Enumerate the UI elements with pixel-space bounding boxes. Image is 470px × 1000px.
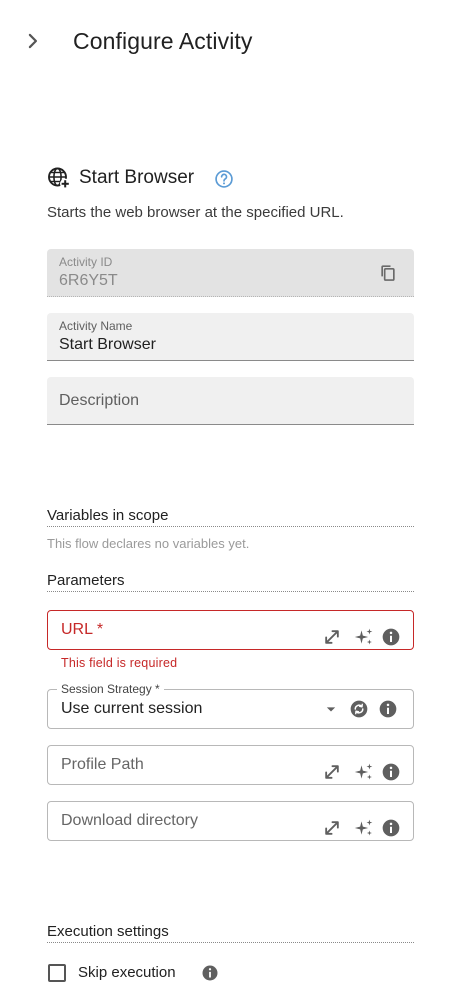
activity-id-label: Activity ID: [59, 255, 113, 269]
info-icon[interactable]: [381, 818, 401, 838]
activity-description: Starts the web browser at the specified …: [47, 204, 344, 221]
expand-icon[interactable]: [322, 818, 342, 838]
info-icon[interactable]: [381, 627, 401, 647]
url-field[interactable]: URL *: [47, 610, 414, 650]
info-icon[interactable]: [378, 699, 398, 719]
session-strategy-label: Session Strategy *: [57, 682, 164, 696]
description-placeholder: Description: [59, 392, 140, 409]
url-label: URL *: [61, 621, 104, 638]
sparkle-icon[interactable]: [354, 818, 374, 838]
dropdown-arrow-icon[interactable]: [321, 699, 341, 719]
activity-id-value: 6R6Y5T: [59, 272, 118, 289]
execution-heading: Execution settings: [47, 923, 414, 943]
expand-icon[interactable]: [322, 627, 342, 647]
help-icon[interactable]: [214, 169, 234, 189]
url-error-text: This field is required: [61, 656, 178, 670]
info-icon[interactable]: [201, 964, 219, 982]
skip-execution-label[interactable]: Skip execution: [78, 964, 176, 981]
skip-execution-checkbox[interactable]: [48, 964, 66, 982]
page-title: Configure Activity: [73, 28, 253, 54]
globe-add-icon: [48, 167, 71, 189]
refresh-icon[interactable]: [349, 699, 369, 719]
activity-name-field[interactable]: Activity Name Start Browser: [47, 313, 414, 361]
variables-heading: Variables in scope: [47, 507, 414, 527]
sparkle-icon[interactable]: [354, 762, 374, 782]
download-directory-field[interactable]: Download directory: [47, 801, 414, 841]
parameters-heading: Parameters: [47, 572, 414, 592]
sparkle-icon[interactable]: [354, 627, 374, 647]
profile-path-placeholder: Profile Path: [61, 756, 144, 773]
profile-path-field[interactable]: Profile Path: [47, 745, 414, 785]
activity-name-value: Start Browser: [59, 336, 156, 353]
activity-name-label: Activity Name: [59, 319, 133, 333]
download-directory-placeholder: Download directory: [61, 812, 198, 829]
expand-icon[interactable]: [322, 762, 342, 782]
copy-icon[interactable]: [378, 263, 398, 283]
activity-title: Start Browser: [79, 167, 195, 188]
activity-id-field: Activity ID 6R6Y5T: [47, 249, 414, 297]
session-strategy-value: Use current session: [61, 700, 203, 717]
session-strategy-select[interactable]: Session Strategy * Use current session: [47, 682, 414, 729]
description-field[interactable]: Description: [47, 377, 414, 425]
variables-note: This flow declares no variables yet.: [47, 536, 250, 551]
info-icon[interactable]: [381, 762, 401, 782]
chevron-right-icon[interactable]: [22, 30, 44, 52]
